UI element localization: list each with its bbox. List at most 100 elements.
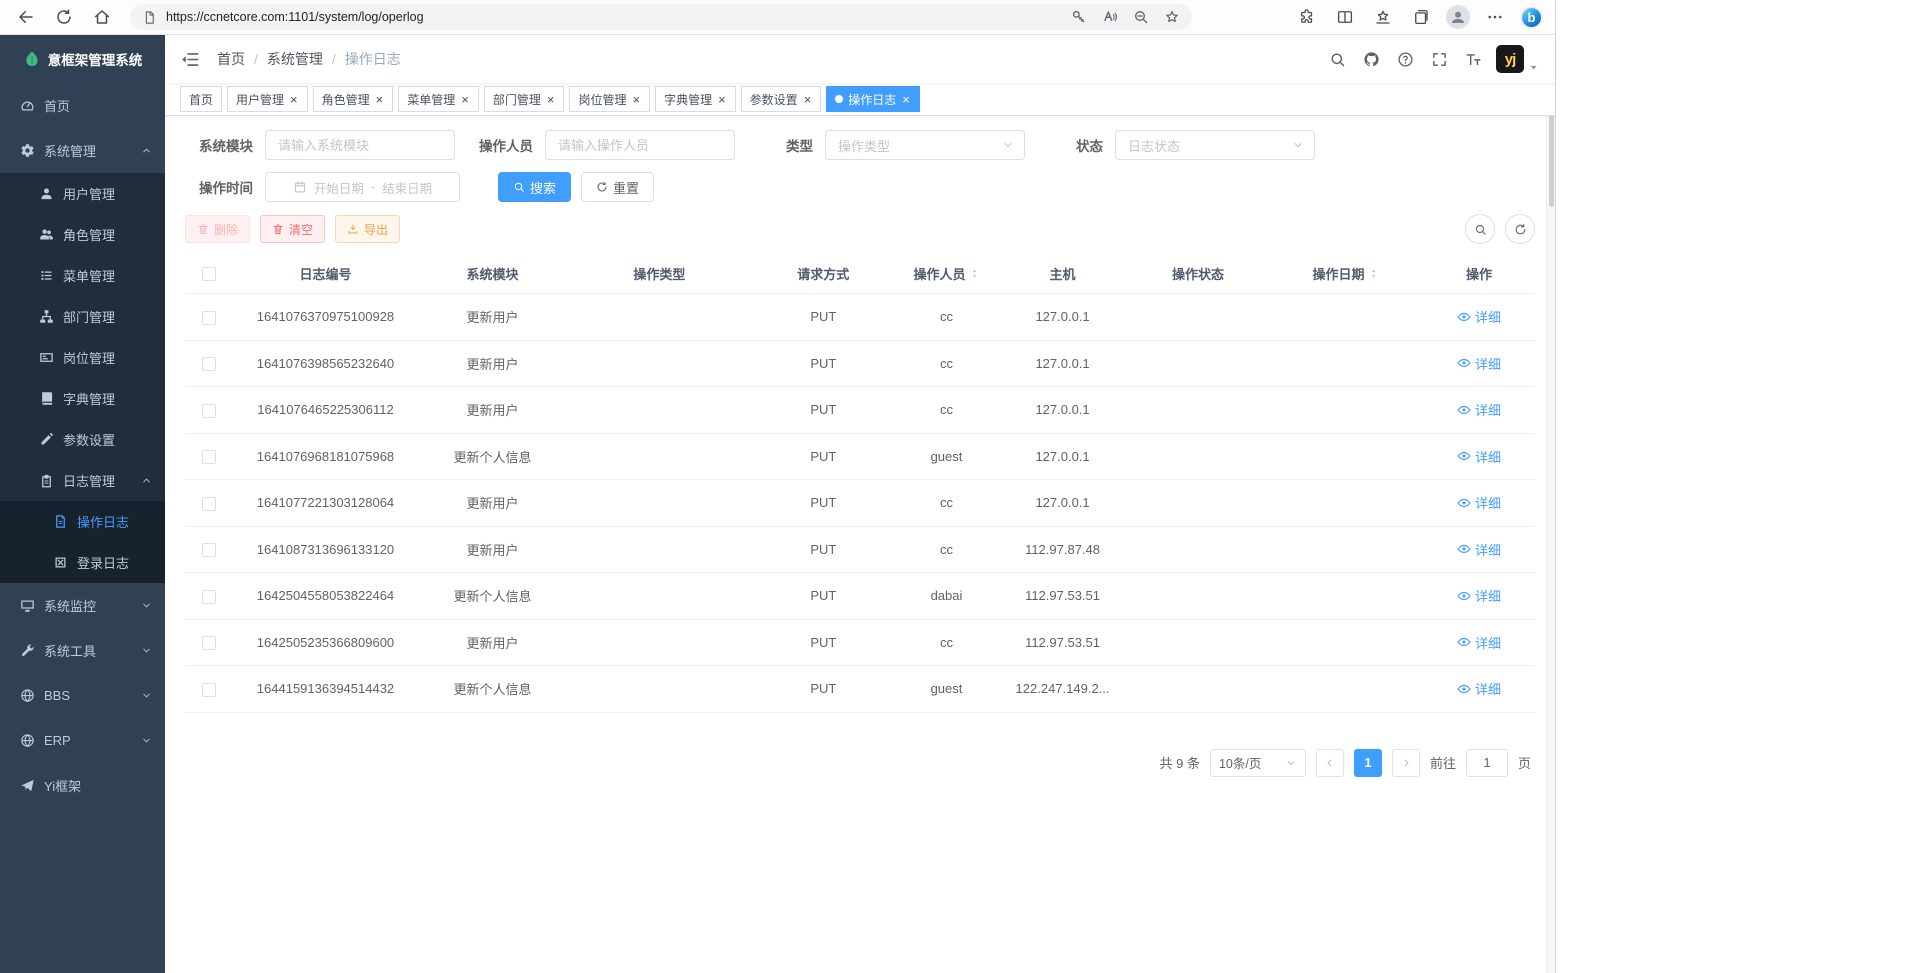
sidebar-item-system-tools[interactable]: 系统工具 xyxy=(0,628,165,673)
sidebar-item-menu-mgmt[interactable]: 菜单管理 xyxy=(0,255,165,296)
tab-close-icon[interactable]: × xyxy=(631,93,641,106)
tab-dept-mgmt[interactable]: 部门管理× xyxy=(484,86,565,112)
operator-filter-input[interactable] xyxy=(545,130,735,160)
hamburger-icon[interactable] xyxy=(181,50,200,69)
module-filter-input[interactable] xyxy=(265,130,455,160)
back-icon[interactable] xyxy=(12,3,40,31)
toggle-search-button[interactable] xyxy=(1465,214,1495,244)
sidebar-item-erp[interactable]: ERP xyxy=(0,718,165,763)
sort-icon[interactable] xyxy=(1368,266,1379,281)
row-checkbox[interactable] xyxy=(202,590,216,604)
fontsize-icon[interactable] xyxy=(1465,51,1482,68)
column-header-date[interactable]: 操作日期 xyxy=(1268,254,1423,294)
export-button[interactable]: 导出 xyxy=(335,215,400,243)
detail-link[interactable]: 详细 xyxy=(1457,493,1501,512)
home-icon[interactable] xyxy=(88,3,116,31)
sidebar-item-param-settings[interactable]: 参数设置 xyxy=(0,419,165,460)
delete-button[interactable]: 删除 xyxy=(185,215,250,243)
user-menu[interactable]: yj xyxy=(1496,45,1539,73)
tab-close-icon[interactable]: × xyxy=(375,93,385,106)
sidebar-item-bbs[interactable]: BBS xyxy=(0,673,165,718)
tab-close-icon[interactable]: × xyxy=(717,93,727,106)
row-checkbox[interactable] xyxy=(202,543,216,557)
favorite-star-icon[interactable] xyxy=(1164,9,1180,25)
breadcrumb-item[interactable]: 系统管理 xyxy=(267,49,323,69)
tab-close-icon[interactable]: × xyxy=(546,93,556,106)
clear-button[interactable]: 清空 xyxy=(260,215,325,243)
url-text[interactable]: https://ccnetcore.com:1101/system/log/op… xyxy=(166,10,424,24)
row-checkbox[interactable] xyxy=(202,636,216,650)
page-size-select[interactable]: 10条/页 xyxy=(1210,749,1306,777)
avatar-icon[interactable] xyxy=(1446,5,1470,29)
row-checkbox[interactable] xyxy=(202,450,216,464)
sort-icon[interactable] xyxy=(969,266,980,281)
column-header-operator[interactable]: 操作人员 xyxy=(896,254,998,294)
next-page-button[interactable] xyxy=(1392,749,1420,777)
type-filter-select[interactable]: 操作类型 xyxy=(825,130,1025,160)
split-screen-icon[interactable] xyxy=(1332,4,1358,30)
row-checkbox[interactable] xyxy=(202,357,216,371)
search-icon[interactable] xyxy=(1329,51,1346,68)
extensions-icon[interactable] xyxy=(1294,4,1320,30)
tab-param-settings[interactable]: 参数设置× xyxy=(741,86,822,112)
detail-link[interactable]: 详细 xyxy=(1457,354,1501,373)
sidebar-item-home[interactable]: 首页 xyxy=(0,83,165,128)
tab-dict-mgmt[interactable]: 字典管理× xyxy=(655,86,736,112)
refresh-table-button[interactable] xyxy=(1505,214,1535,244)
tab-menu-mgmt[interactable]: 菜单管理× xyxy=(398,86,479,112)
reset-button[interactable]: 重置 xyxy=(581,172,654,202)
detail-link[interactable]: 详细 xyxy=(1457,307,1501,326)
sidebar-item-yi-framework[interactable]: Yi框架 xyxy=(0,763,165,808)
detail-link[interactable]: 详细 xyxy=(1457,679,1501,698)
date-range-picker[interactable]: 开始日期 - 结束日期 xyxy=(265,172,460,202)
sidebar-item-role-mgmt[interactable]: 角色管理 xyxy=(0,214,165,255)
sidebar-item-post-mgmt[interactable]: 岗位管理 xyxy=(0,337,165,378)
tab-close-icon[interactable]: × xyxy=(901,93,911,106)
tab-close-icon[interactable]: × xyxy=(803,93,813,106)
row-checkbox[interactable] xyxy=(202,404,216,418)
address-bar[interactable]: https://ccnetcore.com:1101/system/log/op… xyxy=(130,4,1192,30)
breadcrumb-item[interactable]: 首页 xyxy=(217,49,245,69)
select-all-checkbox[interactable] xyxy=(202,267,216,281)
detail-link[interactable]: 详细 xyxy=(1457,633,1501,652)
row-checkbox[interactable] xyxy=(202,683,216,697)
sidebar-item-oper-log[interactable]: 操作日志 xyxy=(0,501,165,542)
tab-role-mgmt[interactable]: 角色管理× xyxy=(313,86,394,112)
page-number-1[interactable]: 1 xyxy=(1354,749,1382,777)
zoom-icon[interactable] xyxy=(1133,9,1149,25)
tab-user-mgmt[interactable]: 用户管理× xyxy=(227,86,308,112)
bing-icon[interactable]: b xyxy=(1520,6,1543,29)
tab-close-icon[interactable]: × xyxy=(460,93,470,106)
tab-home[interactable]: 首页 xyxy=(180,86,222,112)
sidebar-item-dict-mgmt[interactable]: 字典管理 xyxy=(0,378,165,419)
status-filter-select[interactable]: 日志状态 xyxy=(1115,130,1315,160)
sidebar-item-system-mgmt[interactable]: 系统管理 xyxy=(0,128,165,173)
detail-link[interactable]: 详细 xyxy=(1457,447,1501,466)
sidebar-item-dept-mgmt[interactable]: 部门管理 xyxy=(0,296,165,337)
favorites-icon[interactable] xyxy=(1370,4,1396,30)
tab-post-mgmt[interactable]: 岗位管理× xyxy=(569,86,650,112)
question-icon[interactable] xyxy=(1397,51,1414,68)
detail-link[interactable]: 详细 xyxy=(1457,586,1501,605)
row-checkbox[interactable] xyxy=(202,497,216,511)
key-icon[interactable] xyxy=(1071,9,1087,25)
detail-link[interactable]: 详细 xyxy=(1457,400,1501,419)
sidebar-item-user-mgmt[interactable]: 用户管理 xyxy=(0,173,165,214)
sidebar-item-system-monitor[interactable]: 系统监控 xyxy=(0,583,165,628)
row-checkbox[interactable] xyxy=(202,311,216,325)
refresh-icon[interactable] xyxy=(50,3,78,31)
github-icon[interactable] xyxy=(1363,51,1380,68)
collections-icon[interactable] xyxy=(1408,4,1434,30)
tab-close-icon[interactable]: × xyxy=(289,93,299,106)
more-icon[interactable] xyxy=(1482,4,1508,30)
sidebar-item-login-log[interactable]: 登录日志 xyxy=(0,542,165,583)
search-button[interactable]: 搜索 xyxy=(498,172,571,202)
goto-page-input[interactable] xyxy=(1466,749,1508,777)
tab-oper-log[interactable]: 操作日志× xyxy=(826,86,920,112)
sidebar-item-log-mgmt[interactable]: 日志管理 xyxy=(0,460,165,501)
window-scrollbar[interactable] xyxy=(1546,35,1555,973)
prev-page-button[interactable] xyxy=(1316,749,1344,777)
fullscreen-icon[interactable] xyxy=(1431,51,1448,68)
read-aloud-icon[interactable] xyxy=(1102,9,1118,25)
detail-link[interactable]: 详细 xyxy=(1457,540,1501,559)
